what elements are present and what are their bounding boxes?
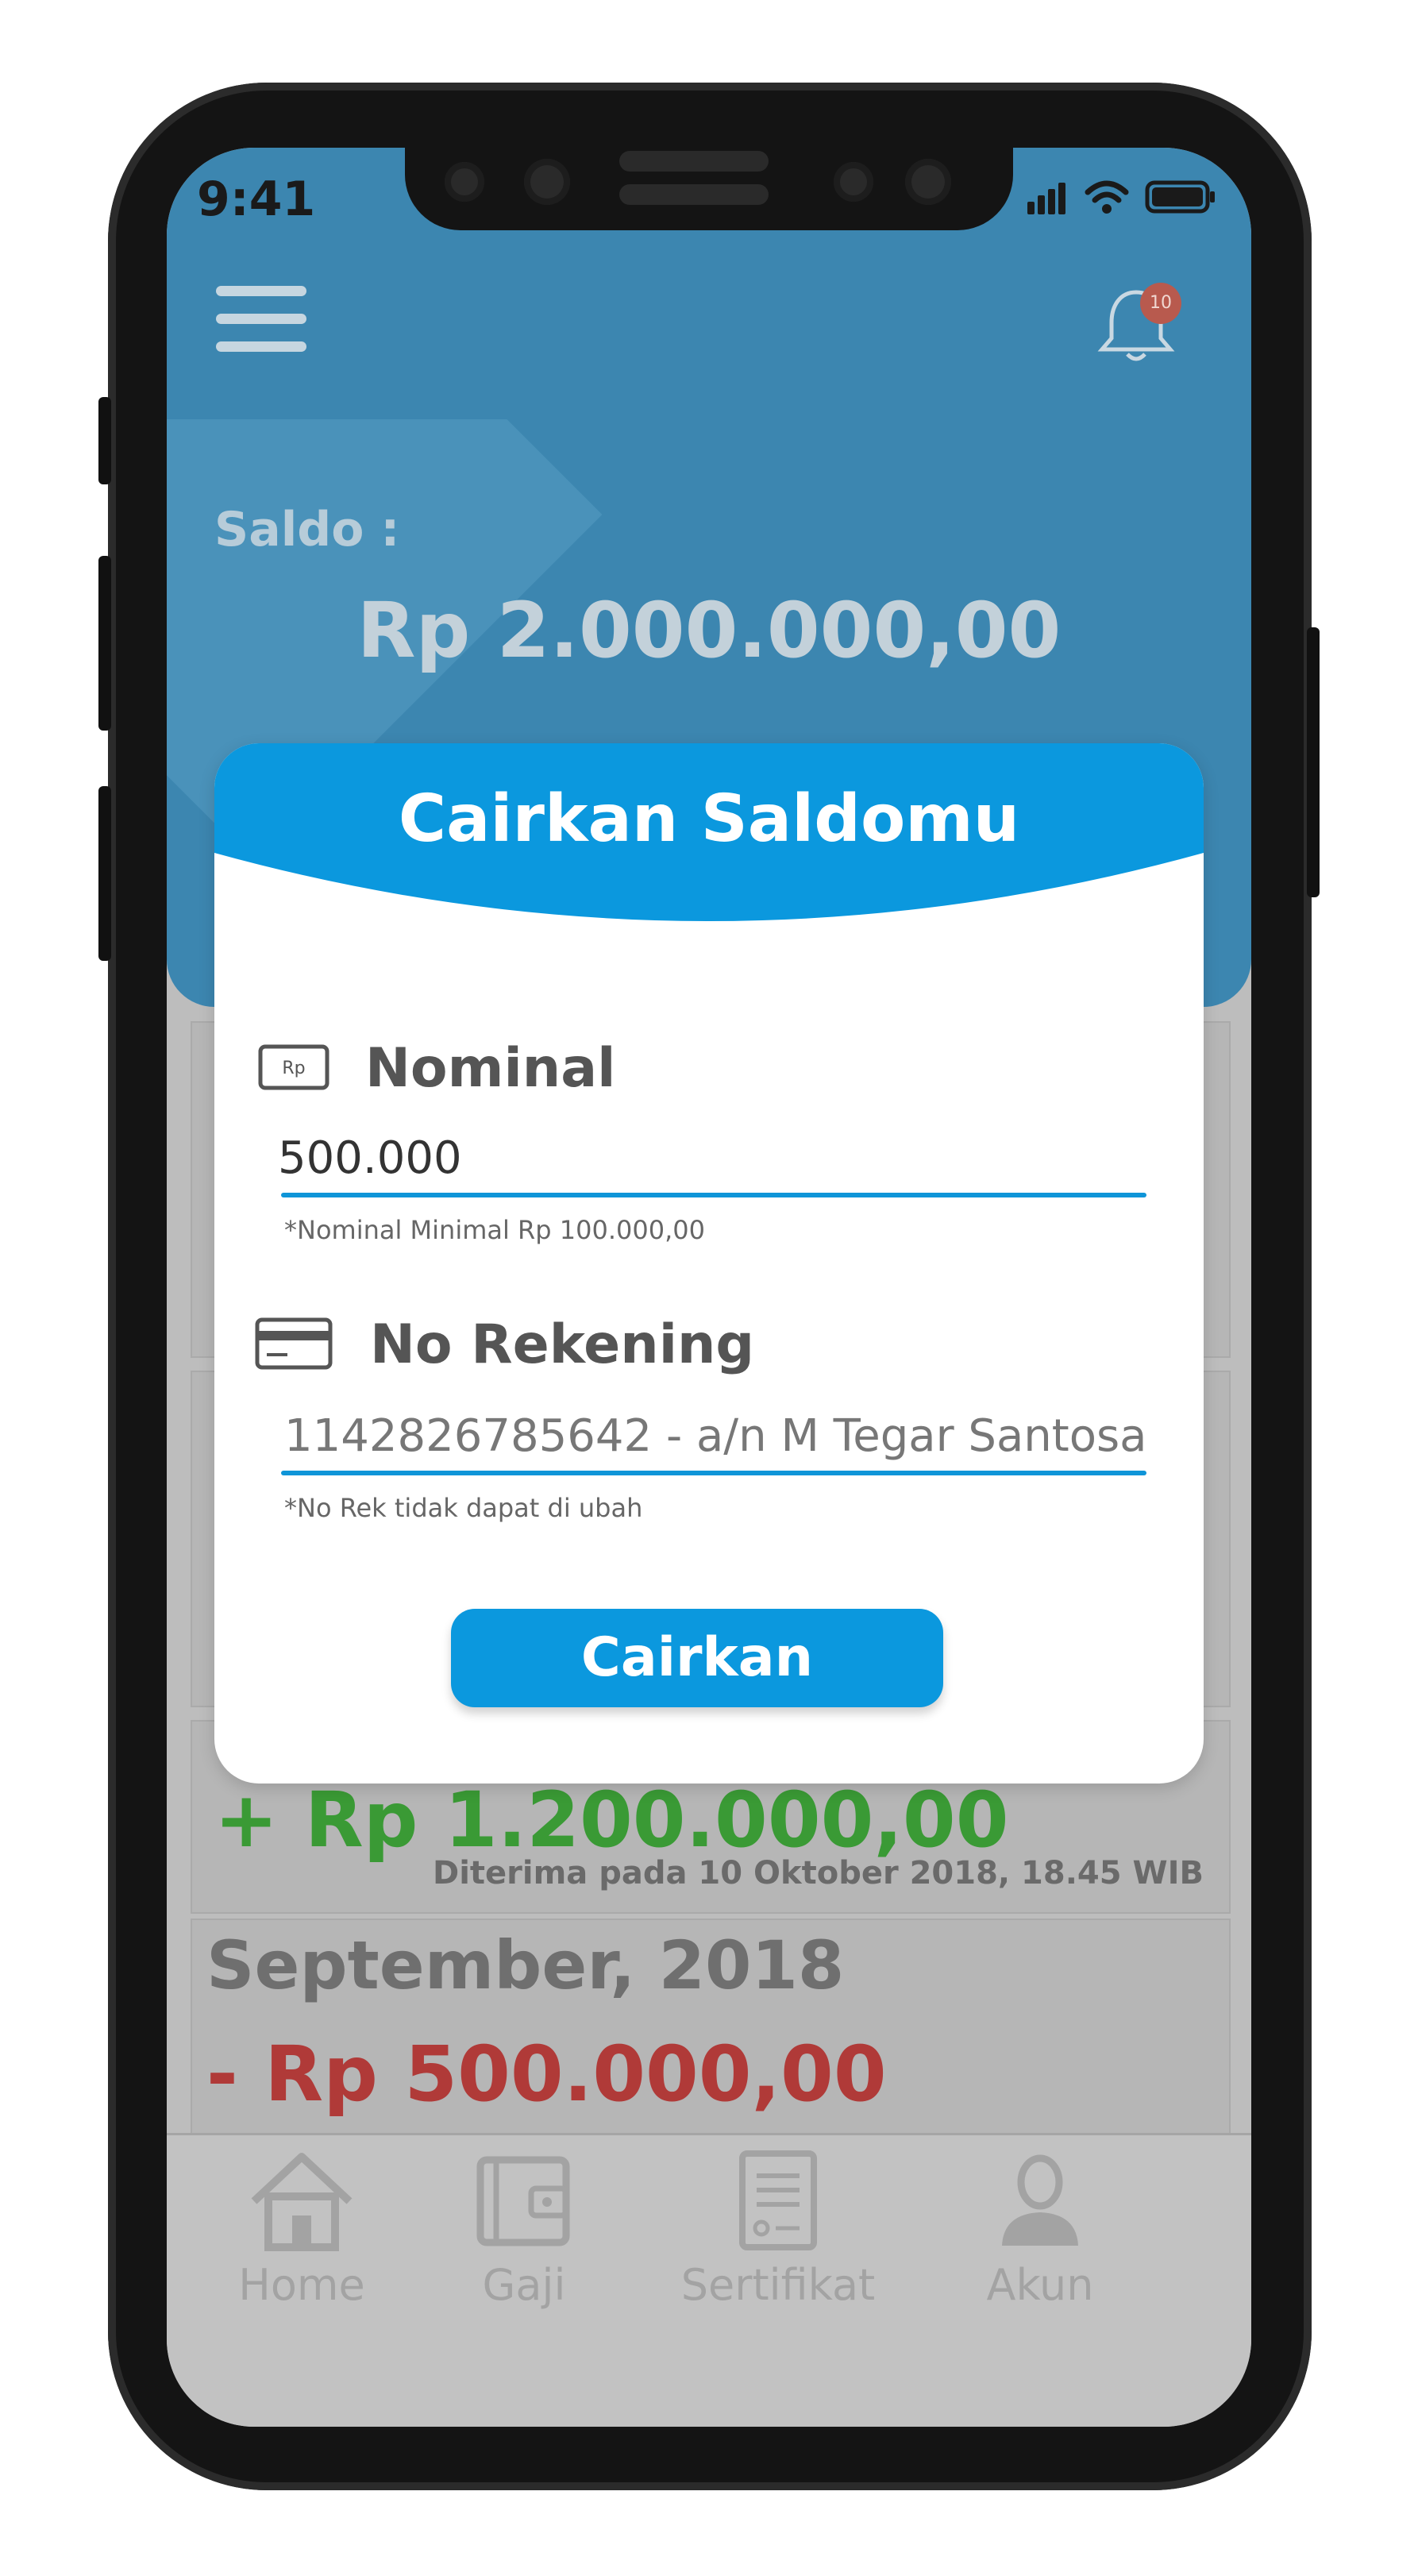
history-amount-negative: - Rp 500.000,00 <box>206 2030 887 2119</box>
proximity-sensor-icon <box>834 162 873 202</box>
nav-sertifikat-label: Sertifikat <box>680 2260 876 2310</box>
earpiece-speaker <box>619 151 769 172</box>
rekening-label: No Rekening <box>370 1313 755 1376</box>
phone-volume-down-button <box>98 786 111 961</box>
nominal-hint: *Nominal Minimal Rp 100.000,00 <box>284 1215 705 1245</box>
rekening-hint: *No Rek tidak dapat di ubah <box>284 1493 643 1523</box>
nominal-input[interactable]: 500.000 <box>278 1132 1072 1184</box>
rekening-input[interactable]: 1142826785642 - a/n M Tegar Santosa <box>284 1410 1158 1462</box>
money-icon: Rp <box>258 1044 329 1090</box>
front-camera-icon <box>524 159 570 205</box>
nominal-label: Nominal <box>365 1037 616 1100</box>
nav-sertifikat[interactable]: Sertifikat <box>675 2149 881 2310</box>
history-received-date: Diterima pada 10 Oktober 2018, 18.45 WIB <box>433 1855 1204 1892</box>
nav-gaji[interactable]: Gaji <box>421 2149 627 2310</box>
modal-title: Cairkan Saldomu <box>398 781 1020 857</box>
signal-icon <box>1027 183 1069 214</box>
phone-side-button <box>98 397 111 484</box>
home-icon <box>251 2153 353 2251</box>
face-id-icon <box>905 159 951 205</box>
battery-icon <box>1145 180 1215 214</box>
svg-text:Rp: Rp <box>282 1059 305 1078</box>
wifi-icon <box>1085 180 1129 214</box>
cairkan-button[interactable]: Cairkan <box>451 1609 943 1707</box>
sensor-icon <box>445 162 484 202</box>
balance-amount: Rp 2.000.000,00 <box>356 586 1062 675</box>
phone-volume-up-button <box>98 556 111 731</box>
nav-home[interactable]: Home <box>198 2149 405 2310</box>
user-icon <box>1002 2154 1078 2246</box>
withdraw-modal: Cairkan Saldomu Rp Nominal 500.000 *Nomi… <box>214 743 1204 1784</box>
nominal-input-underline <box>281 1193 1146 1197</box>
history-amount-positive: + Rp 1.200.000,00 <box>214 1776 1009 1865</box>
status-icons <box>1027 175 1216 214</box>
nav-akun-label: Akun <box>986 2260 1094 2310</box>
phone-screen: 9:41 10 Saldo: Rp 2.000.000,00 + Rp 1.2… <box>167 148 1251 2427</box>
credit-card-icon <box>255 1317 333 1370</box>
rekening-input-underline <box>281 1471 1146 1475</box>
certificate-icon <box>739 2150 817 2250</box>
nav-akun[interactable]: Akun <box>937 2149 1143 2310</box>
balance-label: Saldo : <box>214 502 400 557</box>
phone-notch <box>405 148 1013 230</box>
nav-gaji-label: Gaji <box>482 2260 566 2310</box>
hamburger-menu-icon[interactable] <box>216 286 306 369</box>
app-header <box>167 237 1251 419</box>
status-time: 9:41 <box>197 172 316 227</box>
notification-badge: 10 <box>1140 283 1181 324</box>
nav-home-label: Home <box>238 2260 365 2310</box>
wallet-icon <box>476 2156 570 2246</box>
phone-power-button <box>1307 627 1320 897</box>
history-month: September, 2018 <box>206 1926 845 2004</box>
earpiece-speaker-grille <box>619 184 769 205</box>
